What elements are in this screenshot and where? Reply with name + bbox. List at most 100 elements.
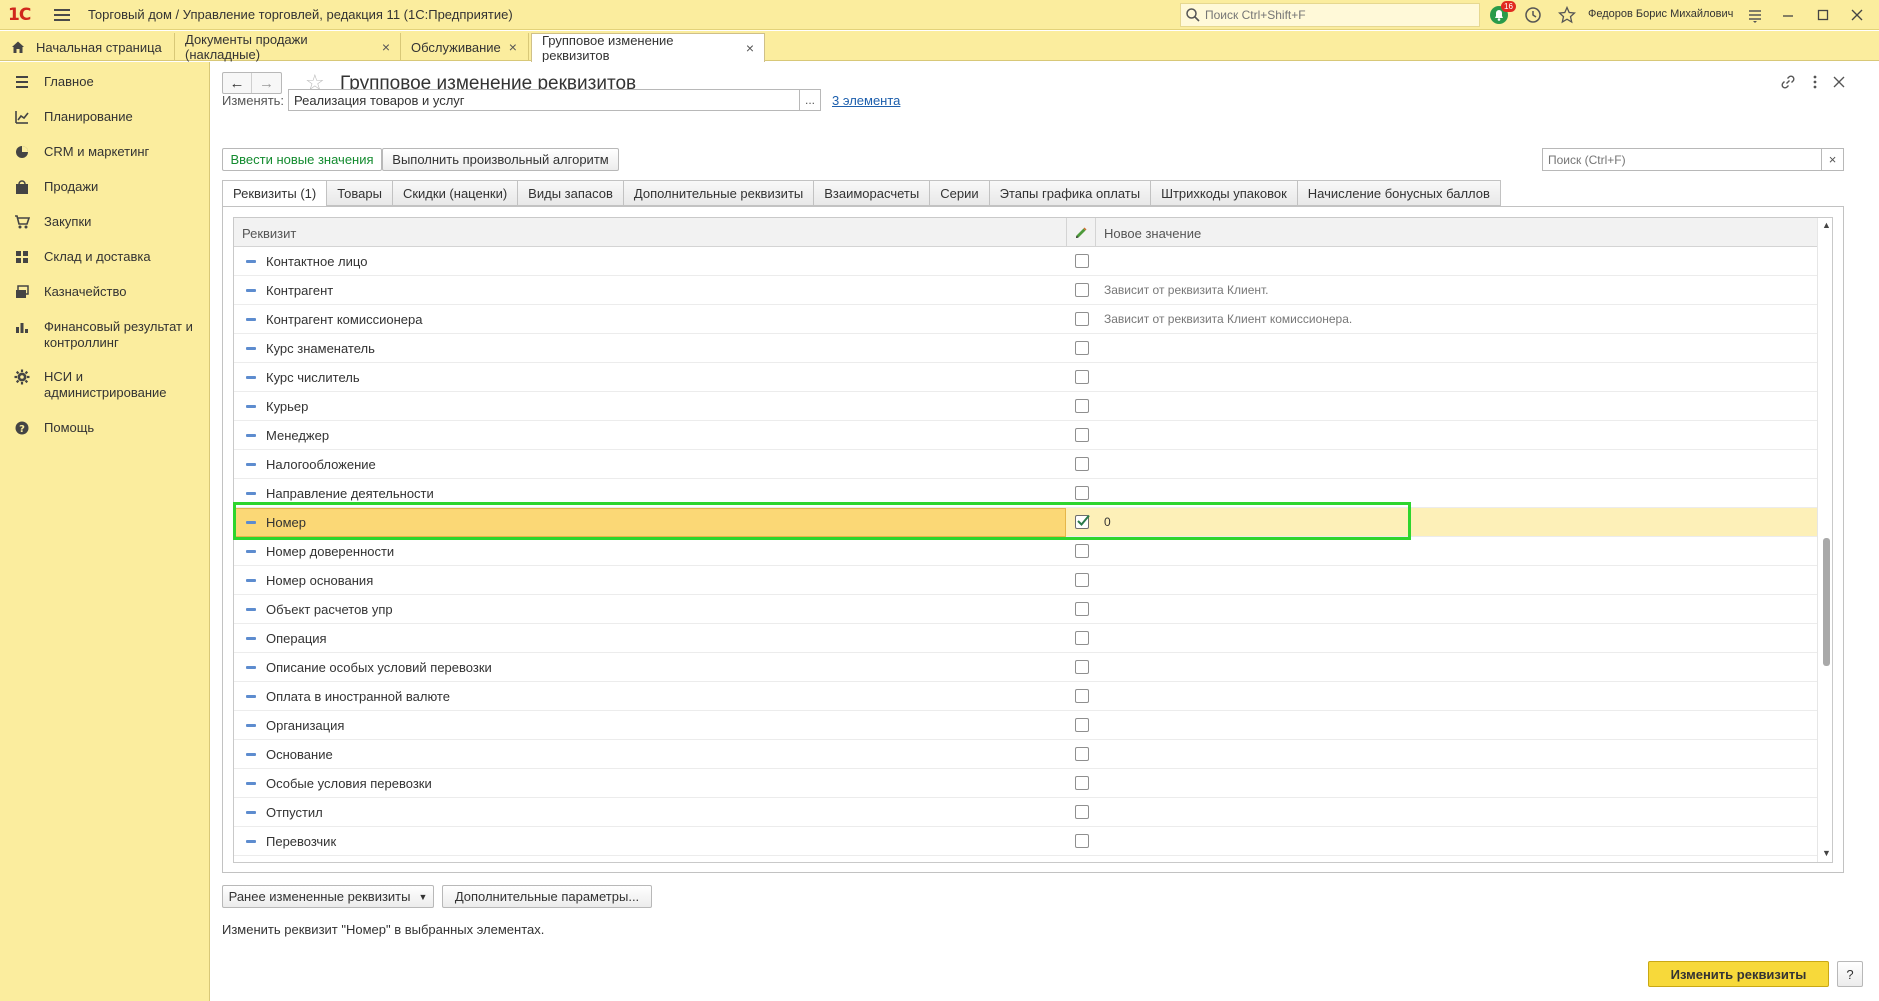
new-value-cell[interactable]: 0 <box>1104 515 1111 529</box>
scroll-up-arrow-icon[interactable]: ▲ <box>1822 220 1831 230</box>
form-search[interactable]: × <box>1542 148 1844 171</box>
table-row[interactable]: Отпустил <box>234 798 1817 827</box>
new-value-cell[interactable]: Зависит от реквизита Клиент. <box>1104 283 1269 297</box>
more-actions-icon[interactable] <box>1805 72 1825 92</box>
change-checkbox[interactable] <box>1075 486 1089 500</box>
table-row[interactable]: Описание особых условий перевозки <box>234 653 1817 682</box>
change-checkbox[interactable] <box>1075 370 1089 384</box>
close-tab-icon[interactable]: × <box>382 39 390 55</box>
scrollbar-thumb[interactable] <box>1823 538 1830 666</box>
tab-settlements[interactable]: Взаиморасчеты <box>814 180 931 206</box>
app-logo[interactable]: 1С <box>8 5 42 25</box>
tab-goods[interactable]: Товары <box>327 180 393 206</box>
change-checkbox[interactable] <box>1075 254 1089 268</box>
custom-algorithm-button[interactable]: Выполнить произвольный алгоритм <box>382 148 619 171</box>
selected-elements-link[interactable]: 3 элемента <box>832 93 900 108</box>
close-form-icon[interactable] <box>1829 72 1849 92</box>
select-object-button[interactable]: ... <box>799 89 821 111</box>
table-row[interactable]: Курьер <box>234 392 1817 421</box>
column-header-attribute[interactable]: Реквизит <box>242 226 296 241</box>
change-checkbox[interactable] <box>1075 457 1089 471</box>
sidebar-item-financial[interactable]: Финансовый результат и контроллинг <box>0 319 210 351</box>
change-checkbox[interactable] <box>1075 834 1089 848</box>
notifications-bell-icon[interactable]: 16 <box>1489 1 1516 25</box>
table-row[interactable]: Организация <box>234 711 1817 740</box>
form-search-input[interactable] <box>1543 152 1821 167</box>
new-values-button[interactable]: Ввести новые значения <box>222 148 382 171</box>
maximize-icon[interactable] <box>1813 5 1833 25</box>
table-row[interactable]: Оплата в иностранной валюте <box>234 682 1817 711</box>
global-search[interactable] <box>1180 3 1480 27</box>
table-row[interactable]: Курс числитель <box>234 363 1817 392</box>
change-checkbox[interactable] <box>1075 805 1089 819</box>
table-row[interactable]: Особые условия перевозки <box>234 769 1817 798</box>
table-row[interactable]: Контактное лицо <box>234 247 1817 276</box>
close-window-icon[interactable] <box>1847 5 1867 25</box>
sidebar-item-main[interactable]: Главное <box>0 74 210 90</box>
back-arrow-icon[interactable]: ← <box>223 73 253 93</box>
minimize-icon[interactable] <box>1778 5 1798 25</box>
close-tab-icon[interactable]: × <box>509 39 517 55</box>
tab-series[interactable]: Серии <box>930 180 990 206</box>
change-checkbox[interactable] <box>1075 428 1089 442</box>
change-checkbox[interactable] <box>1075 602 1089 616</box>
scroll-down-arrow-icon[interactable]: ▼ <box>1822 848 1831 858</box>
table-row[interactable]: Основание <box>234 740 1817 769</box>
table-row[interactable]: Перевозчик <box>234 827 1817 856</box>
table-row[interactable]: Операция <box>234 624 1817 653</box>
change-checkbox[interactable] <box>1075 312 1089 326</box>
change-checkbox[interactable] <box>1075 544 1089 558</box>
change-checkbox[interactable] <box>1075 660 1089 674</box>
table-row[interactable]: Номер основания <box>234 566 1817 595</box>
table-row[interactable]: Объект расчетов упр <box>234 595 1817 624</box>
tab-sales-documents[interactable]: Документы продажи (накладные) × <box>175 32 401 62</box>
sidebar-item-planning[interactable]: Планирование <box>0 109 210 125</box>
change-checkbox[interactable] <box>1075 573 1089 587</box>
change-checkbox[interactable] <box>1075 283 1089 297</box>
additional-params-button[interactable]: Дополнительные параметры... <box>442 885 652 908</box>
new-value-cell[interactable]: Зависит от реквизита Клиент комиссионера… <box>1104 312 1352 326</box>
selected-cell[interactable] <box>234 508 1066 537</box>
table-row[interactable]: Номер доверенности <box>234 537 1817 566</box>
table-row[interactable]: Номер 0 <box>234 508 1817 537</box>
user-name[interactable]: Федоров Борис Михайлович <box>1588 8 1733 20</box>
table-row[interactable]: Курс знаменатель <box>234 334 1817 363</box>
change-checkbox[interactable] <box>1075 689 1089 703</box>
tab-stock-types[interactable]: Виды запасов <box>518 180 624 206</box>
change-checkbox[interactable] <box>1075 718 1089 732</box>
change-checkbox[interactable] <box>1075 399 1089 413</box>
tab-payment-schedule[interactable]: Этапы графика оплаты <box>989 180 1152 206</box>
help-button[interactable]: ? <box>1837 961 1863 987</box>
close-tab-icon[interactable]: × <box>746 40 754 56</box>
sidebar-item-purchases[interactable]: Закупки <box>0 214 210 230</box>
tab-group-change[interactable]: Групповое изменение реквизитов × <box>531 33 765 63</box>
change-checkbox[interactable] <box>1075 776 1089 790</box>
clear-search-icon[interactable]: × <box>1821 149 1843 170</box>
history-icon[interactable] <box>1523 5 1543 25</box>
main-menu-icon[interactable] <box>54 5 74 25</box>
column-header-new-value[interactable]: Новое значение <box>1104 226 1201 241</box>
table-row[interactable]: Направление деятельности <box>234 479 1817 508</box>
change-checkbox[interactable] <box>1075 747 1089 761</box>
sidebar-item-help[interactable]: ? Помощь <box>0 420 210 436</box>
sidebar-item-sales[interactable]: Продажи <box>0 179 210 195</box>
tab-bonus-points[interactable]: Начисление бонусных баллов <box>1297 180 1501 206</box>
tab-additional-attributes[interactable]: Дополнительные реквизиты <box>623 180 815 206</box>
change-checkbox[interactable] <box>1075 631 1089 645</box>
change-checkbox[interactable] <box>1075 341 1089 355</box>
table-row[interactable]: Менеджер <box>234 421 1817 450</box>
table-row[interactable]: Налогообложение <box>234 450 1817 479</box>
vertical-scrollbar[interactable]: ▲ ▼ <box>1817 218 1832 862</box>
apply-changes-button[interactable]: Изменить реквизиты <box>1648 961 1829 987</box>
table-row[interactable]: Контрагент Зависит от реквизита Клиент. <box>234 276 1817 305</box>
settings-lines-icon[interactable] <box>1745 5 1765 25</box>
tab-package-barcodes[interactable]: Штрихкоды упаковок <box>1151 180 1298 206</box>
object-type-field[interactable]: Реализация товаров и услуг <box>288 89 800 111</box>
column-header-edit[interactable] <box>1066 218 1096 247</box>
sidebar-item-admin[interactable]: НСИ и администрирование <box>0 369 210 401</box>
sidebar-item-warehouse[interactable]: Склад и доставка <box>0 249 210 265</box>
global-search-input[interactable] <box>1205 8 1465 22</box>
tab-attributes[interactable]: Реквизиты (1) <box>222 180 328 207</box>
previously-changed-button[interactable]: Ранее измененные реквизиты ▼ <box>222 885 434 908</box>
tab-home[interactable]: Начальная страница <box>0 33 175 61</box>
